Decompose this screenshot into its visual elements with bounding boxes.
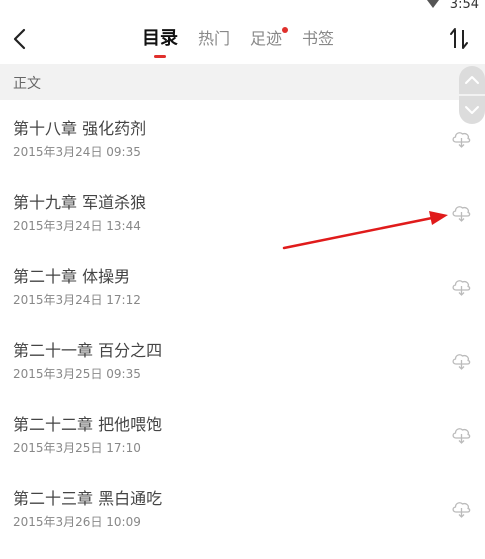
section-header: 正文	[0, 64, 485, 100]
tab-bar: 目录 热门 足迹 书签	[142, 24, 354, 60]
tab-label: 足迹	[250, 29, 283, 48]
cloud-download-icon[interactable]	[449, 496, 473, 520]
chapter-title: 第十九章 军道杀狼	[13, 193, 147, 212]
scroll-up-button[interactable]	[459, 66, 485, 94]
cloud-download-icon[interactable]	[449, 126, 473, 150]
tab-label: 目录	[142, 28, 178, 49]
cloud-download-icon[interactable]	[449, 422, 473, 446]
notification-dot	[282, 27, 289, 33]
chapter-item[interactable]: 第二十三章 黑白通吃 2015年3月26日 10:09	[0, 470, 485, 544]
section-label: 正文	[13, 76, 41, 92]
tab-popular[interactable]: 热门	[198, 24, 230, 54]
wifi-icon	[424, 0, 442, 8]
chapter-date: 2015年3月24日 09:35	[13, 145, 141, 159]
chapter-date: 2015年3月25日 17:10	[13, 441, 141, 455]
chapter-title: 第十八章 强化药剂	[13, 119, 147, 138]
back-arrow-icon[interactable]	[10, 25, 30, 53]
chapter-title: 第二十二章 把他喂饱	[13, 415, 163, 434]
chapter-item[interactable]: 第二十一章 百分之四 2015年3月25日 09:35	[0, 322, 485, 396]
tab-history[interactable]: 足迹	[250, 24, 289, 54]
cloud-download-icon[interactable]	[449, 200, 473, 224]
header: 目录 热门 足迹 书签	[0, 14, 485, 64]
tab-bookmarks[interactable]: 书签	[302, 24, 334, 54]
chapter-item[interactable]: 第二十章 体操男 2015年3月24日 17:12	[0, 248, 485, 322]
tab-label: 书签	[302, 29, 335, 48]
cloud-download-icon[interactable]	[449, 348, 473, 372]
tab-label: 热门	[198, 29, 231, 48]
chapter-list: 第十八章 强化药剂 2015年3月24日 09:35 第十九章 军道杀狼 201…	[0, 100, 485, 544]
status-time: 3:54	[449, 0, 479, 12]
status-bar: 3:54	[0, 0, 485, 14]
chapter-title: 第二十一章 百分之四	[13, 341, 163, 360]
chapter-item[interactable]: 第二十二章 把他喂饱 2015年3月25日 17:10	[0, 396, 485, 470]
chapter-title: 第二十章 体操男	[13, 267, 131, 286]
chapter-date: 2015年3月26日 10:09	[13, 515, 141, 529]
chapter-date: 2015年3月24日 17:12	[13, 293, 141, 307]
chapter-item[interactable]: 第十九章 军道杀狼 2015年3月24日 13:44	[0, 174, 485, 248]
chevron-up-icon	[465, 76, 479, 84]
sort-order-icon[interactable]	[447, 26, 471, 52]
chapter-date: 2015年3月25日 09:35	[13, 367, 141, 381]
chapter-date: 2015年3月24日 13:44	[13, 219, 141, 233]
tab-contents[interactable]: 目录	[142, 24, 178, 58]
chapter-item[interactable]: 第十八章 强化药剂 2015年3月24日 09:35	[0, 100, 485, 174]
chapter-title: 第二十三章 黑白通吃	[13, 489, 163, 508]
cloud-download-icon[interactable]	[449, 274, 473, 298]
